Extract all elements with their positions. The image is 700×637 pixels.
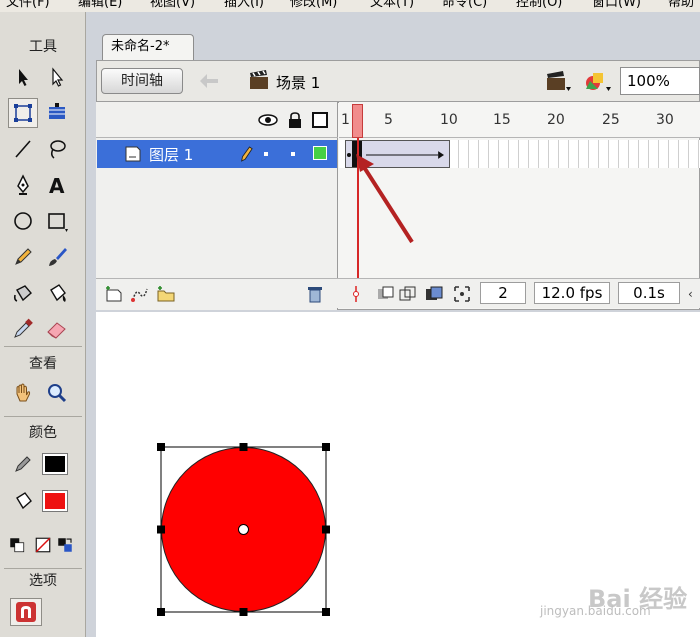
layer-row-1[interactable]: 图层 1 (97, 140, 337, 168)
fill-color-fill (45, 493, 65, 509)
menu-commands[interactable]: 命令(C) (442, 0, 487, 11)
trash-icon[interactable] (305, 284, 325, 304)
menu-view[interactable]: 视图(V) (150, 0, 195, 11)
insert-folder-icon[interactable] (156, 284, 176, 304)
menu-control[interactable]: 控制(O) (516, 0, 562, 11)
toolbox-divider (4, 346, 82, 347)
layer-page-icon (125, 146, 141, 162)
layer-lock-dot[interactable] (291, 152, 295, 156)
subselection-tool-icon[interactable] (42, 62, 72, 92)
edit-multiple-frames-icon[interactable] (424, 284, 444, 304)
zoom-tool-icon[interactable] (42, 378, 72, 408)
svg-text:A: A (49, 174, 65, 197)
frame-number: 1 (341, 112, 350, 128)
hand-tool-icon[interactable] (8, 378, 38, 408)
show-hide-eye-icon[interactable] (258, 111, 278, 129)
onion-outlines-icon[interactable] (398, 284, 418, 304)
paint-bucket-tool-icon[interactable] (42, 278, 72, 308)
modify-onion-markers-icon[interactable] (452, 284, 472, 304)
no-color-icon[interactable] (34, 536, 52, 554)
toolbox-tools-title: 工具 (29, 39, 57, 55)
menu-modify[interactable]: 修改(M) (290, 0, 337, 11)
layer-outline-swatch[interactable] (313, 146, 327, 160)
playhead[interactable] (352, 104, 363, 138)
edit-symbols-icon[interactable] (584, 69, 612, 93)
frame-number: 20 (547, 112, 565, 128)
toolbox-divider (4, 416, 82, 417)
menu-edit[interactable]: 编辑(E) (78, 0, 122, 11)
lock-icon[interactable] (285, 111, 305, 129)
toolbox-divider (4, 568, 82, 569)
onion-skin-icon[interactable] (376, 284, 396, 304)
stroke-color-pencil-icon (8, 448, 38, 478)
layer-pencil-icon (241, 146, 253, 162)
edit-scene-icon[interactable] (544, 69, 572, 93)
layer-visible-dot[interactable] (264, 152, 268, 156)
oval-tool-icon[interactable] (8, 206, 38, 236)
frame-ruler[interactable] (339, 102, 700, 138)
frame-number: 10 (440, 112, 458, 128)
toolbox-options-title: 选项 (29, 573, 57, 589)
fill-color-swatch[interactable] (42, 490, 68, 512)
frame-number: 25 (602, 112, 620, 128)
selection-tool-icon[interactable] (8, 62, 38, 92)
toolbox-colors-title: 颜色 (29, 425, 57, 441)
menu-text[interactable]: 文本(T) (370, 0, 414, 11)
stroke-color-swatch[interactable] (42, 453, 68, 475)
center-frame-icon[interactable] (346, 284, 366, 304)
black-white-icon[interactable] (8, 536, 26, 554)
outline-square-icon[interactable] (310, 111, 330, 129)
eraser-tool-icon[interactable] (42, 314, 72, 344)
scene-label[interactable]: 场景 1 (276, 72, 320, 93)
timeline-scroll-left-icon[interactable]: ‹ (688, 284, 700, 304)
menu-window[interactable]: 窗口(W) (592, 0, 641, 11)
fill-color-bucket-icon (8, 486, 38, 516)
toolbox: 工具 A 查看 颜色 选项 (0, 12, 86, 637)
rectangle-tool-icon[interactable] (42, 206, 72, 236)
frame-rate-field[interactable]: 12.0 fps (534, 282, 610, 304)
stroke-color-fill (45, 456, 65, 472)
eyedropper-tool-icon[interactable] (8, 314, 38, 344)
motion-guide-icon[interactable] (130, 284, 150, 304)
back-arrow-icon[interactable] (197, 71, 221, 91)
timeline-toggle-button[interactable]: 时间轴 (101, 68, 183, 94)
frame-number: 30 (656, 112, 674, 128)
text-tool-icon[interactable]: A (42, 170, 72, 200)
elapsed-time-field: 0.1s (618, 282, 680, 304)
swap-colors-icon[interactable] (56, 536, 74, 554)
ink-bottle-tool-icon[interactable] (8, 278, 38, 308)
menu-bar: 文件(F) 编辑(E) 视图(V) 插入(I) 修改(M) 文本(T) 命令(C… (0, 0, 700, 12)
menu-file[interactable]: 文件(F) (6, 0, 50, 11)
snap-magnet-icon[interactable] (10, 598, 42, 626)
zoom-combobox[interactable]: 100% (620, 67, 700, 95)
insert-layer-icon[interactable] (104, 284, 124, 304)
frame-number: 5 (384, 112, 393, 128)
toolbox-view-title: 查看 (29, 356, 57, 372)
scene-clapper-icon (250, 70, 268, 89)
pencil-tool-icon[interactable] (8, 242, 38, 272)
selected-circle-shape[interactable] (150, 436, 340, 626)
document-tab[interactable]: 未命名-2* (102, 34, 194, 60)
gradient-transform-tool-icon[interactable] (42, 98, 72, 128)
menu-insert[interactable]: 插入(I) (224, 0, 264, 11)
layer-name: 图层 1 (149, 146, 194, 164)
watermark-url: jingyan.baidu.com (540, 604, 651, 618)
free-transform-tool-icon[interactable] (8, 98, 38, 128)
annotation-arrow-icon (356, 154, 414, 244)
menu-help[interactable]: 帮助 (668, 0, 694, 11)
brush-tool-icon[interactable] (42, 242, 72, 272)
line-tool-icon[interactable] (8, 134, 38, 164)
frame-number: 15 (493, 112, 511, 128)
current-frame-field[interactable]: 2 (480, 282, 526, 304)
lasso-tool-icon[interactable] (42, 134, 72, 164)
pen-tool-icon[interactable] (8, 170, 38, 200)
